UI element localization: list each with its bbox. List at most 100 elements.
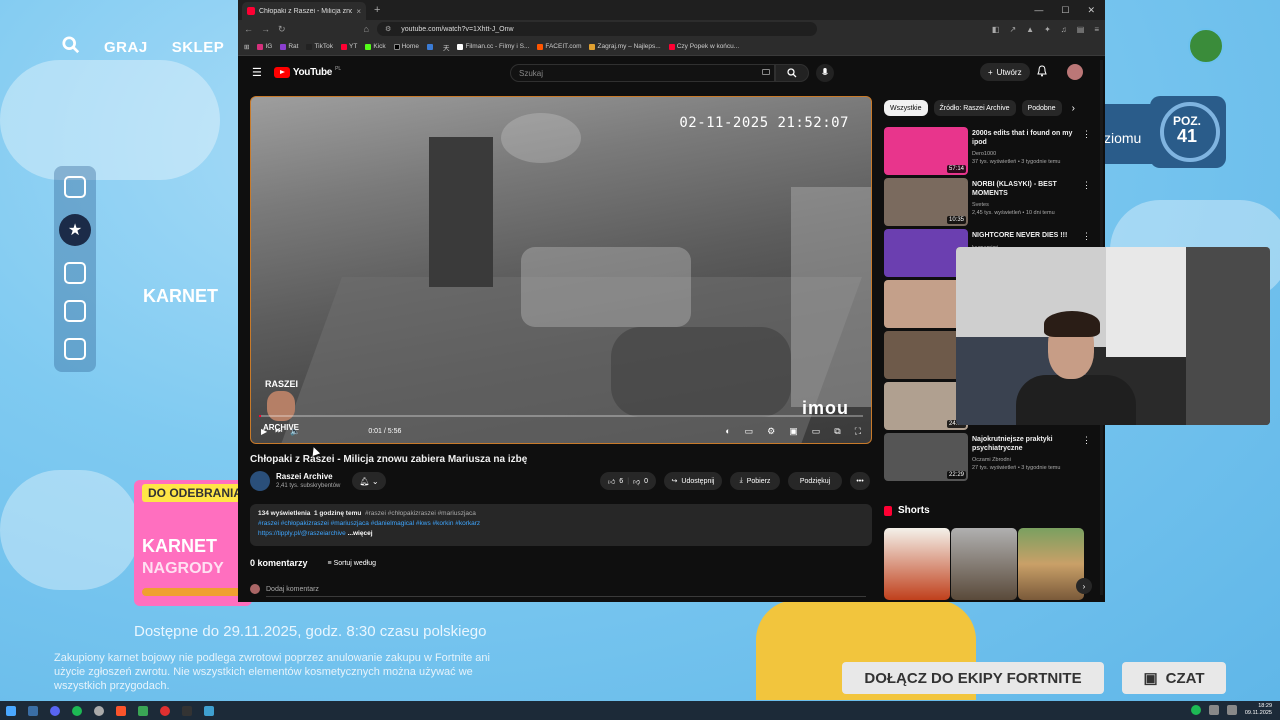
more-actions-icon[interactable]: ••• <box>850 472 870 490</box>
close-icon[interactable]: × <box>356 7 361 16</box>
like-dislike-button[interactable]: 👍︎ 6 | 👎︎ 0 <box>600 472 656 490</box>
chip-source[interactable]: Źródło: Raszei Archive <box>933 100 1016 116</box>
back-icon[interactable]: ← <box>244 24 253 34</box>
join-party-button[interactable]: DOŁĄCZ DO EKIPY FORTNITE <box>842 662 1104 694</box>
cast-icon[interactable]: ⧉ <box>834 426 840 437</box>
chip-all[interactable]: Wszystkie <box>884 100 928 116</box>
video-progress-bar[interactable] <box>259 415 863 417</box>
puzzle-icon[interactable]: ✦ <box>1044 25 1051 34</box>
search-icon[interactable] <box>62 36 80 58</box>
short-thumbnail[interactable] <box>884 528 950 600</box>
recommendation-item[interactable]: 57:14 2000s edits that i found on my ipod… <box>884 127 1094 175</box>
subtitles-icon[interactable]: ▭ <box>745 426 754 437</box>
reload-icon[interactable]: ↻ <box>278 24 286 35</box>
hamburger-menu-icon[interactable]: ☰ <box>252 66 262 79</box>
brave-shield-icon[interactable]: ▲ <box>1026 25 1034 34</box>
search-input[interactable]: Szukaj <box>510 64 775 82</box>
bookmark-translate[interactable]: 天 <box>443 42 450 52</box>
close-window-icon[interactable]: ✕ <box>1087 5 1095 16</box>
search-button[interactable] <box>775 64 809 82</box>
create-button[interactable]: + Utwórz <box>980 63 1030 81</box>
play-icon[interactable]: ▶ <box>261 427 267 436</box>
bookmark-filman[interactable]: Filman.cc - Filmy i S... <box>457 43 529 50</box>
recommendation-title[interactable]: NIGHTCORE NEVER DIES !!! <box>972 231 1076 240</box>
chrome-icon[interactable] <box>94 705 104 716</box>
show-more-link[interactable]: ...więcej <box>348 530 373 537</box>
miniplayer-icon[interactable]: ▣ <box>789 426 798 437</box>
description-hashtags[interactable]: #raszei #chłopakizraszei #mariuszjaca #d… <box>258 520 864 527</box>
youtube-logo[interactable]: YouTube PL <box>273 66 341 78</box>
nav-shop[interactable]: SKLEP <box>172 39 225 56</box>
recommendation-item[interactable]: 10:35 NORBI (KLASYKI) - BEST MOMENTS Svete… <box>884 178 1094 226</box>
bookmark-faceit[interactable]: FACEIT.com <box>537 43 581 50</box>
discord-icon[interactable] <box>50 705 60 716</box>
brave-icon[interactable] <box>116 705 126 716</box>
url-field[interactable]: ⚙ youtube.com/watch?v=1Xhtt-J_Onw <box>376 22 817 36</box>
chat-button[interactable]: ▣ CZAT <box>1122 662 1226 694</box>
recommendation-channel[interactable]: Oczami Zbrodni <box>972 457 1011 463</box>
bookmark-yt[interactable]: YT <box>341 43 357 50</box>
kebab-menu-icon[interactable]: ⋮ <box>1082 231 1091 242</box>
spotify-icon[interactable] <box>72 705 82 716</box>
app-icon[interactable] <box>138 705 148 716</box>
add-comment[interactable]: Dodaj komentarz <box>250 584 866 597</box>
recommendation-item[interactable]: 22:29 Najokrutniejsze praktyki psychiatry… <box>884 433 1094 481</box>
notifications-bell-icon[interactable] <box>1037 65 1047 77</box>
files-icon[interactable] <box>204 705 214 716</box>
voice-search-button[interactable] <box>816 64 834 82</box>
subscribed-button[interactable]: 🔔︎ ⌄ <box>352 472 386 490</box>
autoplay-toggle[interactable]: ◐ <box>725 426 730 437</box>
battlepass-promo[interactable]: DO ODEBRANIA KARNET NAGRODY <box>134 480 252 606</box>
kebab-menu-icon[interactable]: ⋮ <box>1082 435 1091 446</box>
settings-icon[interactable]: ⚙ <box>767 426 775 437</box>
bookmark-rat[interactable]: Rat <box>280 43 298 50</box>
chevron-right-icon[interactable]: › <box>1072 103 1075 114</box>
tray-volume-icon[interactable] <box>1226 705 1237 715</box>
sidebar-icon[interactable]: ▤ <box>1077 25 1085 34</box>
recommendation-channel[interactable]: Dero1000 <box>972 151 996 157</box>
theater-icon[interactable]: ▭ <box>812 426 821 437</box>
clock[interactable]: 18:29 09.11.2025 <box>1245 703 1272 717</box>
nav-play[interactable]: GRAJ <box>104 39 148 56</box>
volume-icon[interactable]: 🔈 <box>290 427 300 436</box>
video-thumbnail[interactable]: 57:14 <box>884 127 968 175</box>
bookmark-home[interactable]: Home <box>393 43 419 50</box>
channel-avatar[interactable] <box>250 471 270 491</box>
extension-icon[interactable]: ◧ <box>992 25 1000 34</box>
description-box[interactable]: 134 wyświetlenia 1 godzinę temu #raszei … <box>250 504 872 546</box>
next-icon[interactable]: ⏭ <box>275 426 282 436</box>
sort-button[interactable]: ≡ Sortuj według <box>328 560 376 567</box>
kebab-menu-icon[interactable]: ⋮ <box>1082 129 1091 140</box>
video-thumbnail[interactable]: 22:29 <box>884 433 968 481</box>
video-thumbnail[interactable]: 10:35 <box>884 178 968 226</box>
bookmark-icon[interactable]: ⌂ <box>364 24 369 34</box>
bookmark-zagraj[interactable]: Zagraj.my – Najleps... <box>589 43 661 50</box>
kebab-menu-icon[interactable]: ⋮ <box>1082 180 1091 191</box>
music-icon[interactable] <box>64 300 86 322</box>
recommendation-title[interactable]: Najokrutniejsze praktyki psychiatryczne <box>972 435 1076 453</box>
bookmark-popek[interactable]: Czy Popek w końcu... <box>668 43 739 50</box>
shield-icon[interactable] <box>64 262 86 284</box>
maximize-icon[interactable]: ☐ <box>1061 5 1069 16</box>
new-tab-icon[interactable]: + <box>374 4 380 16</box>
bookmark-ig[interactable]: IG <box>257 43 272 50</box>
fullscreen-icon[interactable]: ⛶ <box>855 426 861 437</box>
chip-similar[interactable]: Podobne <box>1021 100 1062 116</box>
recommendation-channel[interactable]: Svetes <box>972 202 989 208</box>
terminal-icon[interactable] <box>182 705 192 716</box>
bookmark-blank[interactable] <box>426 43 435 50</box>
obs-icon[interactable] <box>160 705 170 716</box>
music-icon[interactable]: ♫ <box>1061 25 1067 34</box>
bookmark-tiktok[interactable]: TikTok <box>306 43 333 50</box>
short-thumbnail[interactable] <box>1018 528 1084 600</box>
keyboard-icon[interactable] <box>762 69 770 75</box>
player-avatar[interactable] <box>1188 28 1224 64</box>
thanks-button[interactable]: Podziękuj <box>788 472 842 490</box>
recommendation-title[interactable]: 2000s edits that i found on my ipod <box>972 129 1076 147</box>
tray-spotify-icon[interactable] <box>1190 705 1201 715</box>
video-player[interactable]: 02-11-2025 21:52:07 imou RASZEI ARCHIVE … <box>250 96 872 444</box>
start-icon[interactable] <box>6 705 16 716</box>
tipply-link[interactable]: https://tipply.pl/@raszeiarchive <box>258 530 346 537</box>
tab-youtube[interactable]: Chłopaki z Raszei - Milicja znow × <box>242 2 366 20</box>
recommendation-title[interactable]: NORBI (KLASYKI) - BEST MOMENTS <box>972 180 1076 198</box>
